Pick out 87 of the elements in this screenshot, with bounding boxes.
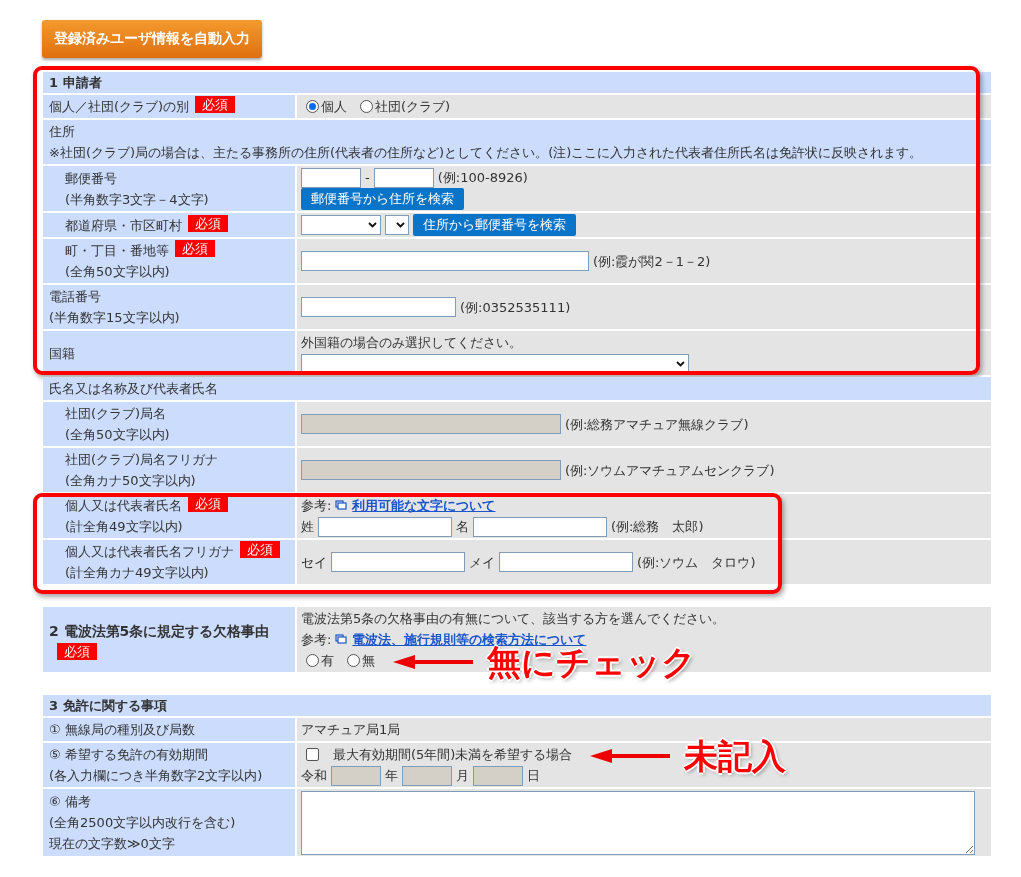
group-label: 氏名又は名称及び代表者氏名	[49, 380, 218, 398]
field-text: アマチュア局1局	[301, 721, 401, 739]
checkbox-label[interactable]: 最大有効期間(5年間)未満を希望する場合	[333, 744, 573, 765]
checkbox[interactable]	[306, 748, 319, 761]
field-text: 年	[385, 767, 398, 785]
field-hint: (計全角カナ49文字以内)	[65, 564, 209, 582]
caret-icon	[676, 360, 685, 367]
required-badge: 必須	[240, 541, 280, 558]
field-label: 国籍	[49, 344, 75, 363]
field-text: 日	[527, 767, 540, 785]
required-badge: 必須	[195, 96, 236, 113]
field-label: 都道府県・市区町村	[65, 216, 182, 235]
field-hint: (各入力欄につき半角数字2文字以内)	[49, 767, 263, 785]
radio-button[interactable]	[360, 100, 373, 113]
required-badge: 必須	[175, 240, 215, 257]
window-icon	[335, 634, 348, 644]
field-text: (例:100-8926)	[437, 169, 528, 187]
group-note: ※社団(クラブ)局の場合は、主たる事務所の住所(代表者の住所など)としてください。(注)ここに入力された代表者住所氏名は免許状に反映されます。	[49, 144, 923, 162]
caret-icon	[396, 222, 405, 228]
reference-link[interactable]: 利用可能な文字について	[335, 495, 496, 516]
field-text: -	[365, 169, 370, 187]
radio-button[interactable]	[306, 100, 319, 113]
field-hint: (全角2500文字以内改行を含む)	[49, 814, 236, 832]
field-label: ⑤ 希望する免許の有効期間	[49, 746, 208, 764]
field-hint: (全角50文字以内)	[65, 263, 170, 281]
callout-text: 未記入	[684, 739, 787, 773]
select-field[interactable]	[385, 215, 409, 235]
required-badge: 必須	[188, 214, 228, 232]
input-field[interactable]	[331, 552, 465, 572]
field-hint: (全角50文字以内)	[65, 426, 170, 444]
field-label: ⑥ 備考	[49, 793, 91, 811]
field-label: 電話番号	[49, 288, 101, 306]
arrow-icon	[393, 654, 473, 670]
input-field[interactable]	[301, 297, 456, 317]
field-text: 電波法第5条の欠格事由の有無について、該当する方を選んでください。	[301, 610, 726, 628]
search-button[interactable]: 郵便番号から住所を検索	[301, 188, 464, 210]
select-field[interactable]	[301, 215, 381, 235]
callout-text: 無にチェック	[487, 645, 696, 679]
radio-label[interactable]: 社団(クラブ)	[375, 96, 451, 117]
field-hint: (半角数字3文字－4文字)	[65, 190, 209, 209]
input-field[interactable]	[301, 167, 361, 188]
field-text: (例:0352535111)	[460, 298, 571, 317]
arrow-icon	[590, 748, 671, 764]
field-text: 月	[456, 767, 469, 785]
field-text: 参考:	[301, 631, 332, 649]
field-label: 社団(クラブ)局名フリガナ	[65, 451, 219, 469]
input-field[interactable]	[473, 516, 607, 537]
field-label: 社団(クラブ)局名	[65, 405, 167, 423]
window-icon	[335, 500, 348, 510]
field-label: 個人又は代表者氏名	[65, 497, 182, 515]
field-label: 個人／社団(クラブ)の別	[49, 98, 190, 116]
section-title: 2 電波法第5条に規定する欠格事由	[49, 622, 271, 641]
input-field[interactable]	[318, 516, 452, 537]
field-text: 外国籍の場合のみ選択してください。	[301, 334, 522, 352]
field-text: 名	[456, 518, 469, 536]
field-text: メイ	[469, 553, 495, 572]
field-label: 郵便番号	[65, 169, 117, 188]
search-button[interactable]: 住所から郵便番号を検索	[413, 214, 576, 236]
input-field[interactable]	[373, 167, 434, 188]
field-text: (例:総務アマチュア無線クラブ)	[565, 415, 749, 434]
radio-label[interactable]: 有	[321, 650, 334, 671]
field-text: セイ	[301, 553, 327, 572]
required-badge: 必須	[57, 643, 97, 660]
char-count: 現在の文字数≫0文字	[49, 835, 175, 853]
field-hint: (計全角49文字以内)	[65, 518, 183, 536]
section-header: 3 免許に関する事項	[43, 695, 991, 716]
field-text: (例:霞が関2－1－2)	[593, 252, 711, 271]
field-label: 町・丁目・番地等	[65, 242, 169, 260]
group-label: 住所	[49, 123, 75, 141]
field-text: 参考:	[301, 497, 332, 515]
field-text: (例:ソウムアマチュアムセンクラブ)	[565, 461, 775, 480]
field-text: 姓	[301, 518, 314, 536]
field-hint: (半角数字15文字以内)	[49, 309, 180, 327]
input-field[interactable]	[499, 552, 633, 572]
radio-button[interactable]	[306, 654, 319, 667]
radio-button[interactable]	[347, 654, 360, 667]
radio-label[interactable]: 個人	[321, 96, 347, 117]
field-text: (例:総務 太郎)	[611, 518, 704, 536]
field-label: ① 無線局の種別及び局数	[49, 721, 195, 739]
radio-label[interactable]: 無	[362, 650, 375, 671]
field-text: 令和	[301, 767, 327, 785]
section-header: 1 申請者	[43, 72, 991, 93]
field-hint: (全角カナ50文字以内)	[65, 472, 196, 490]
field-label: 個人又は代表者氏名フリガナ	[65, 543, 234, 561]
input-field[interactable]	[301, 251, 589, 271]
caret-icon	[368, 222, 377, 228]
field-text: (例:ソウム タロウ)	[637, 553, 756, 572]
